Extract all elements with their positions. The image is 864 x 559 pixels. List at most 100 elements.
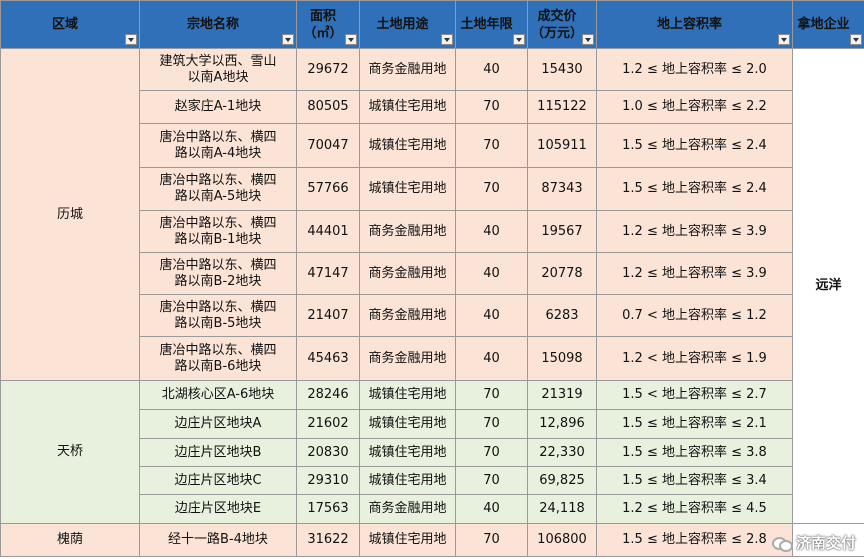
area-cell: 44401 <box>296 210 360 253</box>
parcel-name-line: 唐冶中路以东、横四 <box>159 257 277 273</box>
parcel-name-cell: 赵家庄A-1地块 <box>139 90 297 124</box>
filter-dropdown-icon[interactable] <box>513 34 525 45</box>
land-term-cell: 70 <box>455 380 528 410</box>
area-cell: 20830 <box>296 438 360 467</box>
land-table: 区域 宗地名称 面积 （㎡） 土地用途 土地年限 成交价 （万元） 地上容积率 拿地… <box>0 0 864 557</box>
filter-dropdown-icon[interactable] <box>850 34 862 45</box>
header-plot-ratio: 地上容积率 <box>596 0 793 49</box>
parcel-name-cell: 唐冶中路以东、横四 路以南B-2地块 <box>139 252 297 295</box>
land-use-cell: 城镇住宅用地 <box>359 466 456 495</box>
price-cell: 6283 <box>527 294 597 337</box>
plot-ratio-cell: 1.0 ≤ 地上容积率 ≤ 2.2 <box>596 90 793 124</box>
parcel-name-cell: 唐冶中路以东、横四 路以南A-5地块 <box>139 167 297 211</box>
land-use-cell: 城镇住宅用地 <box>359 523 456 557</box>
area-cell: 17563 <box>296 494 360 524</box>
parcel-name-line: 唐冶中路以东、横四 <box>159 215 277 231</box>
price-cell: 20778 <box>527 252 597 295</box>
land-use-cell: 城镇住宅用地 <box>359 380 456 410</box>
plot-ratio-cell: 1.5 ≤ 地上容积率 ≤ 2.8 <box>596 523 793 557</box>
parcel-name-line: 唐冶中路以东、横四 <box>159 129 277 145</box>
area-cell: 45463 <box>296 336 360 381</box>
region-cell: 历城 <box>0 48 140 381</box>
parcel-name-line: 路以南B-1地块 <box>174 231 262 247</box>
header-parcel-name: 宗地名称 <box>139 0 297 49</box>
parcel-name-line: 路以南B-5地块 <box>174 315 262 331</box>
land-term-cell: 70 <box>455 466 528 495</box>
land-use-cell: 商务金融用地 <box>359 252 456 295</box>
price-cell: 87343 <box>527 167 597 211</box>
land-term-cell: 70 <box>455 167 528 211</box>
parcel-name-line: 唐冶中路以东、横四 <box>159 173 277 188</box>
price-cell: 15430 <box>527 48 597 91</box>
land-term-cell: 40 <box>455 252 528 295</box>
parcel-name-line: 以南A地块 <box>187 69 249 85</box>
table-body: 历城 建筑大学以西、雪山 以南A地块 29672 商务金融用地 40 15430 1.2 ≤ … <box>0 48 864 557</box>
filter-dropdown-icon[interactable] <box>441 34 453 45</box>
wechat-icon <box>771 535 793 552</box>
filter-dropdown-icon[interactable] <box>282 34 294 45</box>
header-price: 成交价 （万元） <box>527 0 597 49</box>
price-cell: 115122 <box>527 90 597 124</box>
plot-ratio-cell: 1.2 ≤ 地上容积率 ≤ 3.9 <box>596 252 793 295</box>
header-area: 面积 （㎡） <box>296 0 360 49</box>
watermark: 济南交付 <box>771 532 856 553</box>
parcel-name-cell: 建筑大学以西、雪山 以南A地块 <box>139 48 297 91</box>
price-cell: 22,330 <box>527 438 597 467</box>
parcel-name-line: 边庄片区地块B <box>174 444 262 460</box>
parcel-name-cell: 边庄片区地块A <box>139 409 297 439</box>
area-cell: 80505 <box>296 90 360 124</box>
region-cell: 槐荫 <box>0 523 140 557</box>
table-row: 槐荫 经十一路B-4地块 31622 城镇住宅用地 70 106800 1.5 ≤ 地上容积… <box>0 523 864 557</box>
area-cell: 57766 <box>296 167 360 211</box>
parcel-name-cell: 经十一路B-4地块 <box>139 523 297 557</box>
table-row: 历城 建筑大学以西、雪山 以南A地块 29672 商务金融用地 40 15430 1.2 ≤ … <box>0 48 864 524</box>
plot-ratio-cell: 1.2 < 地上容积率 ≤ 1.9 <box>596 336 793 381</box>
price-cell: 106800 <box>527 523 597 557</box>
land-use-cell: 商务金融用地 <box>359 210 456 253</box>
land-term-cell: 40 <box>455 294 528 337</box>
parcel-name-line: 经十一路B-4地块 <box>168 532 268 547</box>
land-use-cell: 城镇住宅用地 <box>359 123 456 168</box>
region-cell: 天桥 <box>0 380 140 524</box>
filter-dropdown-icon[interactable] <box>582 34 594 45</box>
land-use-cell: 城镇住宅用地 <box>359 90 456 124</box>
parcel-name-line: 建筑大学以西、雪山 <box>159 53 277 69</box>
parcel-name-line: 唐冶中路以东、横四 <box>159 299 277 315</box>
plot-ratio-cell: 1.5 ≤ 地上容积率 ≤ 2.4 <box>596 167 793 211</box>
company-cell: 远洋 <box>792 48 864 524</box>
price-cell: 105911 <box>527 123 597 168</box>
parcel-name-cell: 唐冶中路以东、横四 路以南B-6地块 <box>139 336 297 381</box>
parcel-name-cell: 唐冶中路以东、横四 路以南A-4地块 <box>139 123 297 168</box>
table-row: 天桥 北湖核心区A-6地块 28246 城镇住宅用地 70 21319 1.5 < 地上容积… <box>0 380 864 524</box>
plot-ratio-cell: 1.2 ≤ 地上容积率 ≤ 4.5 <box>596 494 793 524</box>
parcel-name-cell: 边庄片区地块B <box>139 438 297 467</box>
filter-dropdown-icon[interactable] <box>778 34 790 45</box>
parcel-name-line: 路以南A-4地块 <box>174 145 262 161</box>
price-cell: 21319 <box>527 380 597 410</box>
parcel-name-line: 边庄片区地块C <box>174 472 262 488</box>
area-cell: 47147 <box>296 252 360 295</box>
land-term-cell: 70 <box>455 523 528 557</box>
land-term-cell: 40 <box>455 494 528 524</box>
parcel-name-line: 北湖核心区A-6地块 <box>161 387 275 402</box>
plot-ratio-cell: 1.5 ≤ 地上容积率 ≤ 3.4 <box>596 466 793 495</box>
land-use-cell: 城镇住宅用地 <box>359 409 456 439</box>
header-company: 拿地企业 <box>792 0 864 49</box>
land-term-cell: 70 <box>455 409 528 439</box>
parcel-name-cell: 唐冶中路以东、横四 路以南B-1地块 <box>139 210 297 253</box>
price-cell: 12,896 <box>527 409 597 439</box>
land-use-cell: 城镇住宅用地 <box>359 438 456 467</box>
area-cell: 21602 <box>296 409 360 439</box>
filter-dropdown-icon[interactable] <box>345 34 357 45</box>
price-cell: 19567 <box>527 210 597 253</box>
area-cell: 28246 <box>296 380 360 410</box>
land-use-cell: 商务金融用地 <box>359 294 456 337</box>
land-term-cell: 70 <box>455 90 528 124</box>
area-cell: 31622 <box>296 523 360 557</box>
area-cell: 70047 <box>296 123 360 168</box>
price-cell: 69,825 <box>527 466 597 495</box>
parcel-name-line: 赵家庄A-1地块 <box>174 99 262 114</box>
land-use-cell: 商务金融用地 <box>359 48 456 91</box>
filter-dropdown-icon[interactable] <box>125 34 137 45</box>
land-use-cell: 商务金融用地 <box>359 336 456 381</box>
